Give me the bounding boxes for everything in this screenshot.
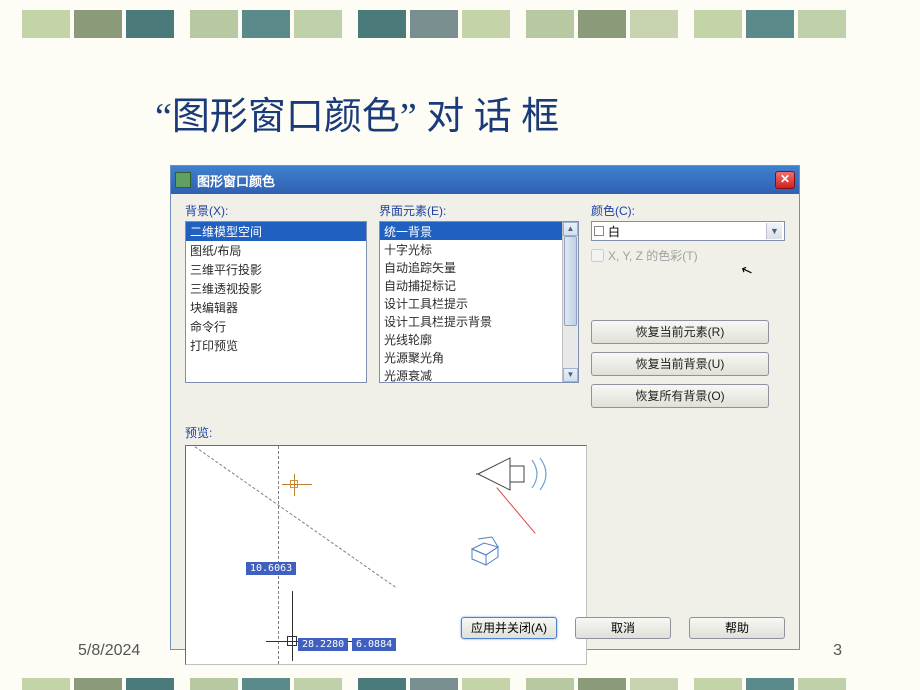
app-icon [175, 172, 191, 188]
restore-all-contexts-button[interactable]: 恢复所有背景(O) [591, 384, 769, 408]
slide-top-decoration [0, 10, 920, 42]
element-list-scrollbar[interactable]: ▲ ▼ [562, 222, 578, 382]
apply-and-close-button[interactable]: 应用并关闭(A) [461, 617, 557, 639]
list-item[interactable]: 块编辑器 [186, 298, 366, 317]
drawing-window-colors-dialog: 图形窗口颜色 ✕ 背景(X): 二维模型空间 图纸/布局 三维平行投影 三维透视… [170, 165, 800, 650]
list-item[interactable]: 光线轮廓 [380, 330, 562, 348]
list-item[interactable]: 光源聚光角 [380, 348, 562, 366]
list-item[interactable]: 设计工具栏提示背景 [380, 312, 562, 330]
dialog-titlebar[interactable]: 图形窗口颜色 ✕ [171, 166, 799, 194]
preview-camera-icon [476, 452, 566, 496]
context-label: 背景(X): [185, 202, 367, 219]
restore-current-context-button[interactable]: 恢复当前背景(U) [591, 352, 769, 376]
list-item[interactable]: 命令行 [186, 317, 366, 336]
color-dropdown[interactable]: 白 ▼ [591, 221, 785, 241]
color-selected-value: 白 [608, 223, 620, 240]
list-item[interactable]: 图纸/布局 [186, 241, 366, 260]
list-item[interactable]: 十字光标 [380, 240, 562, 258]
slide-page-number: 3 [833, 642, 842, 660]
list-item[interactable]: 三维透视投影 [186, 279, 366, 298]
color-swatch-icon [594, 226, 604, 236]
cancel-button[interactable]: 取消 [575, 617, 671, 639]
dialog-title: 图形窗口颜色 [197, 171, 275, 190]
scroll-down-arrow[interactable]: ▼ [563, 368, 578, 382]
scroll-thumb[interactable] [564, 236, 577, 326]
xyz-tint-label: X, Y, Z 的色彩(T) [608, 247, 698, 264]
slide-bottom-decoration [0, 678, 920, 690]
list-item[interactable]: 光源衰减 [380, 366, 562, 382]
scroll-up-arrow[interactable]: ▲ [563, 222, 578, 236]
color-label: 颜色(C): [591, 202, 785, 219]
slide-footer-date: 5/8/2024 [78, 642, 140, 660]
chevron-down-icon[interactable]: ▼ [766, 223, 782, 239]
xyz-tint-checkbox [591, 249, 604, 262]
context-listbox[interactable]: 二维模型空间 图纸/布局 三维平行投影 三维透视投影 块编辑器 命令行 打印预览 [185, 221, 367, 383]
list-item[interactable]: 三维平行投影 [186, 260, 366, 279]
preview-coord-value: 6.0884 [352, 638, 396, 651]
list-item[interactable]: 设计工具栏提示 [380, 294, 562, 312]
list-item[interactable]: 自动追踪矢量 [380, 258, 562, 276]
element-label: 界面元素(E): [379, 202, 579, 219]
list-item[interactable]: 二维模型空间 [186, 222, 366, 241]
restore-current-element-button[interactable]: 恢复当前元素(R) [591, 320, 769, 344]
preview-label: 预览: [185, 424, 785, 441]
xyz-tint-checkbox-row: X, Y, Z 的色彩(T) [591, 247, 785, 264]
preview-coord-value: 28.2280 [298, 638, 348, 651]
list-item[interactable]: 自动捕捉标记 [380, 276, 562, 294]
element-listbox[interactable]: 统一背景 十字光标 自动追踪矢量 自动捕捉标记 设计工具栏提示 设计工具栏提示背… [379, 221, 579, 383]
help-button[interactable]: 帮助 [689, 617, 785, 639]
preview-coord-value: 10.6063 [246, 562, 296, 575]
preview-cube-icon [468, 531, 508, 566]
close-button[interactable]: ✕ [775, 171, 795, 189]
slide-title: “图形窗口颜色” 对 话 框 [155, 85, 559, 140]
list-item[interactable]: 统一背景 [380, 222, 562, 240]
list-item[interactable]: 打印预览 [186, 336, 366, 355]
